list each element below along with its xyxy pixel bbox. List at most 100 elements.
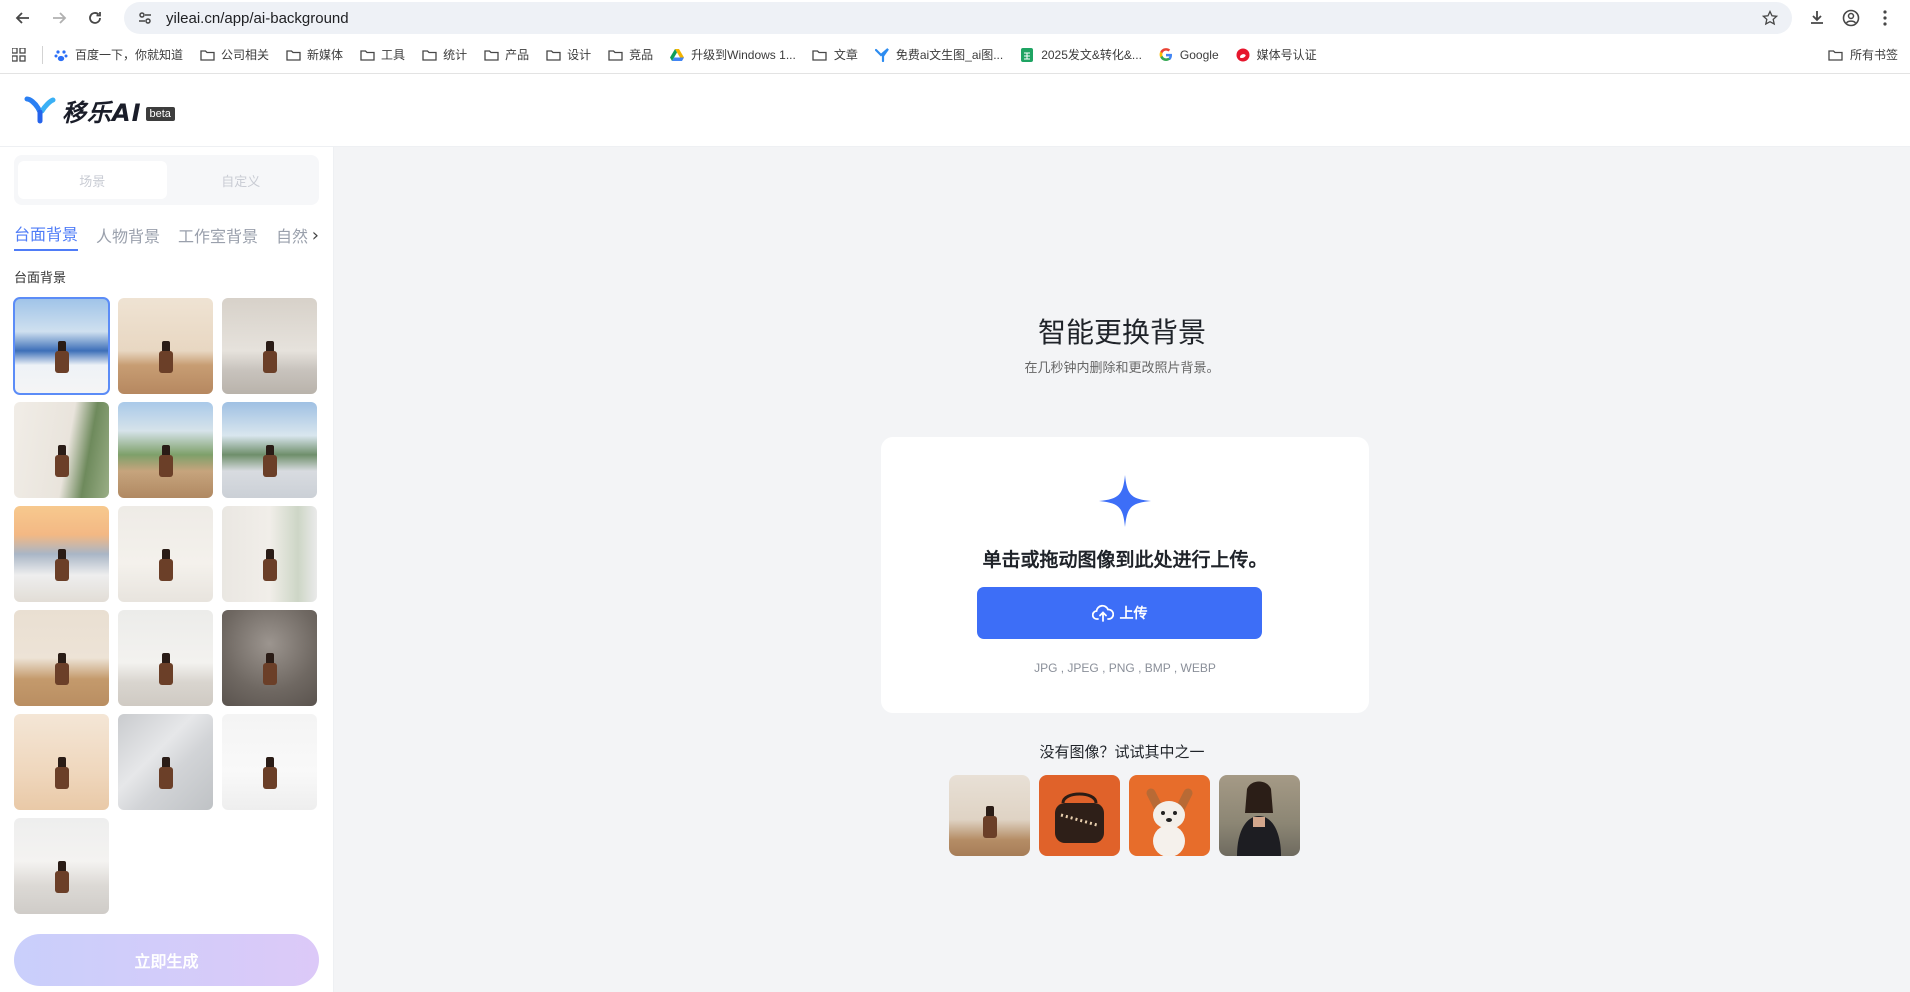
bookmark-sheets[interactable]: 2025发文&转化&... xyxy=(1019,46,1142,63)
bookmark-label: 所有书签 xyxy=(1849,48,1898,62)
app-header: 移乐AI beta xyxy=(0,74,1910,147)
bookmark-star-icon[interactable] xyxy=(1758,6,1782,30)
bookmarks-separator xyxy=(42,45,43,64)
scene-thumbnail[interactable] xyxy=(118,610,213,706)
tab-tabletop[interactable]: 台面背景 xyxy=(14,221,79,251)
tab-studio[interactable]: 工作室背景 xyxy=(178,223,258,251)
sparkle-plus-icon xyxy=(1099,475,1151,527)
sidebar: 场景 自定义 台面背景 人物背景 工作室背景 自然 › 台面背景 立即生成 xyxy=(0,147,334,992)
app-logo-text[interactable]: 移乐AI xyxy=(62,93,142,128)
scene-thumbnail[interactable] xyxy=(14,714,109,810)
folder-icon xyxy=(545,48,561,62)
scene-thumbnail[interactable] xyxy=(118,506,213,602)
section-title: 台面背景 xyxy=(14,271,67,286)
bookmark-folder[interactable]: 文章 xyxy=(812,46,858,63)
folder-icon xyxy=(421,48,437,62)
chevron-right-icon[interactable]: › xyxy=(307,225,319,246)
bookmark-folder[interactable]: 工具 xyxy=(359,46,405,63)
bookmark-label: 工具 xyxy=(381,48,406,62)
page-subtitle: 在几秒钟内删除和更改照片背景。 xyxy=(1024,361,1220,376)
reload-icon[interactable] xyxy=(80,3,110,33)
upload-button-label: 上传 xyxy=(1119,606,1148,622)
folder-icon xyxy=(1828,48,1844,62)
bookmark-label: 免费ai文生图_ai图... xyxy=(895,48,1004,62)
bookmark-label: 竞品 xyxy=(629,48,654,62)
generate-button[interactable]: 立即生成 xyxy=(14,934,319,986)
bookmark-google[interactable]: Google xyxy=(1158,48,1219,62)
beta-badge: beta xyxy=(145,107,175,121)
sample-image-bottle[interactable] xyxy=(949,775,1030,856)
folder-icon xyxy=(285,48,301,62)
yile-logo-icon[interactable] xyxy=(24,94,56,126)
scene-thumbnail[interactable] xyxy=(222,506,317,602)
bookmark-label: 媒体号认证 xyxy=(1256,48,1317,62)
apps-grid-icon[interactable] xyxy=(8,44,30,66)
sample-image-bag[interactable] xyxy=(1039,775,1120,856)
scene-thumbnail[interactable] xyxy=(222,402,317,498)
bookmark-label: 升级到Windows 1... xyxy=(691,48,796,62)
bookmark-yile[interactable]: 免费ai文生图_ai图... xyxy=(874,46,1003,63)
folder-icon xyxy=(359,48,375,62)
bookmark-folder[interactable]: 设计 xyxy=(545,46,591,63)
all-bookmarks[interactable]: 所有书签 xyxy=(1828,46,1898,63)
sheets-icon xyxy=(1019,47,1035,62)
bookmark-folder[interactable]: 产品 xyxy=(483,46,529,63)
segment-custom[interactable]: 自定义 xyxy=(167,161,316,199)
content-area: 智能更换背景 在几秒钟内删除和更改照片背景。 单击或拖动图像到此处进行上传。 上… xyxy=(334,147,1910,992)
bookmark-label: 文章 xyxy=(833,48,858,62)
supported-formats: JPG , JPEG , PNG , BMP , WEBP xyxy=(1034,661,1216,675)
menu-icon[interactable] xyxy=(1868,3,1902,33)
scene-thumbnail[interactable] xyxy=(222,610,317,706)
yile-icon xyxy=(874,47,890,62)
mode-segmented-control: 场景 自定义 xyxy=(14,155,319,205)
bookmark-label: 产品 xyxy=(505,48,530,62)
page-title: 智能更换背景 xyxy=(1037,316,1206,349)
scene-thumbnail[interactable] xyxy=(222,298,317,394)
sample-image-dog[interactable] xyxy=(1129,775,1210,856)
bookmark-label: 统计 xyxy=(443,48,468,62)
scene-thumbnail[interactable] xyxy=(14,610,109,706)
scene-thumbnail[interactable] xyxy=(14,402,109,498)
bookmark-baidu[interactable]: 百度一下，你就知道 xyxy=(53,46,183,63)
segment-scene[interactable]: 场景 xyxy=(18,161,167,199)
folder-icon xyxy=(483,48,499,62)
scene-thumbnail[interactable] xyxy=(14,818,109,914)
download-icon[interactable] xyxy=(1800,3,1834,33)
url-text[interactable]: yileai.cn/app/ai-background xyxy=(166,10,1758,27)
forward-icon[interactable] xyxy=(44,3,74,33)
cloud-upload-icon xyxy=(1091,604,1114,622)
bookmark-label: 公司相关 xyxy=(221,48,270,62)
upload-button[interactable]: 上传 xyxy=(977,587,1262,639)
google-icon xyxy=(1158,47,1174,62)
bookmark-folder[interactable]: 统计 xyxy=(421,46,467,63)
baidu-icon xyxy=(53,48,69,62)
sample-image-person[interactable] xyxy=(1219,775,1300,856)
bookmark-folder[interactable]: 竞品 xyxy=(607,46,653,63)
folder-icon xyxy=(199,48,215,62)
scene-thumbnail[interactable] xyxy=(118,714,213,810)
bookmark-weibo[interactable]: 媒体号认证 xyxy=(1235,46,1317,63)
bookmark-label: Google xyxy=(1179,47,1219,62)
main-area: 场景 自定义 台面背景 人物背景 工作室背景 自然 › 台面背景 立即生成 智能… xyxy=(0,147,1910,992)
scene-thumbnail[interactable] xyxy=(118,298,213,394)
tab-portrait[interactable]: 人物背景 xyxy=(96,223,160,251)
upload-dropzone[interactable]: 单击或拖动图像到此处进行上传。 上传 JPG , JPEG , PNG , BM… xyxy=(881,437,1369,713)
folder-icon xyxy=(607,48,623,62)
back-icon[interactable] xyxy=(8,3,38,33)
profile-icon[interactable] xyxy=(1834,3,1868,33)
address-bar[interactable]: yileai.cn/app/ai-background xyxy=(124,2,1792,34)
folder-icon xyxy=(812,48,828,62)
site-settings-icon[interactable] xyxy=(134,7,156,29)
tab-nature[interactable]: 自然 xyxy=(276,223,308,251)
scene-thumbnail[interactable] xyxy=(13,297,110,395)
bookmark-folder[interactable]: 新媒体 xyxy=(285,46,343,63)
bookmark-folder[interactable]: 公司相关 xyxy=(199,46,269,63)
bookmark-windows[interactable]: 升级到Windows 1... xyxy=(669,46,796,63)
bookmark-label: 新媒体 xyxy=(307,48,344,62)
weibo-icon xyxy=(1235,48,1251,62)
scene-thumbnail[interactable] xyxy=(14,506,109,602)
scene-thumbnail[interactable] xyxy=(118,402,213,498)
bookmarks-bar: 百度一下，你就知道 公司相关 新媒体 工具 统计 产品 设计 竞品 升级到Win… xyxy=(0,36,1910,74)
bookmark-label: 设计 xyxy=(567,48,592,62)
scene-thumbnail[interactable] xyxy=(222,714,317,810)
